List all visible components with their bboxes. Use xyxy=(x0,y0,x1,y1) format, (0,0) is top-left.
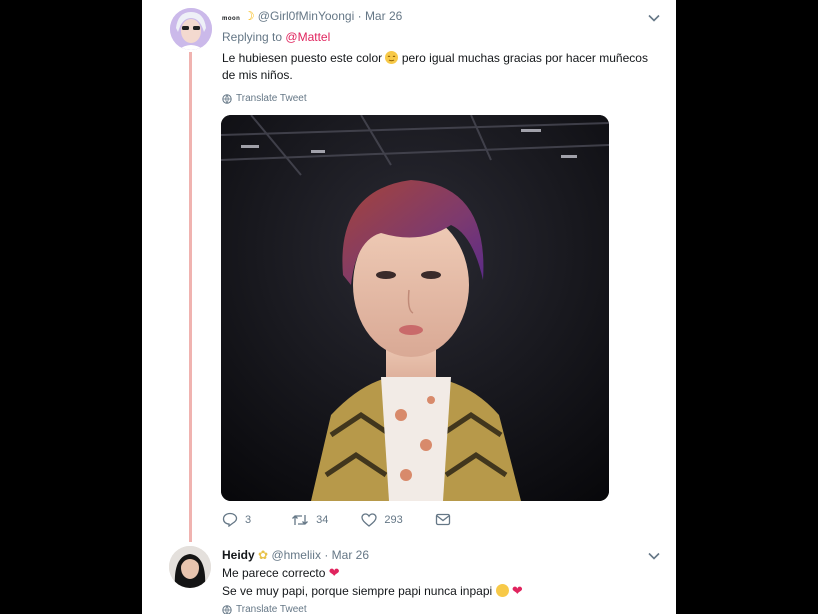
direct-message-button[interactable] xyxy=(435,513,451,526)
tweet-text-line2: Se ve muy papi, porque siempre papi nunc… xyxy=(222,584,493,598)
translate-label: Translate Tweet xyxy=(236,604,307,614)
retweet-button[interactable]: 34 xyxy=(291,513,328,527)
avatar[interactable] xyxy=(169,546,211,588)
tweet-header: Heidy ✿ @hmeliix · Mar 26 xyxy=(222,548,369,562)
retweet-icon xyxy=(292,514,309,525)
moon-emoji-icon: ☽ xyxy=(243,9,255,23)
tweet-text: Le hubiesen puesto este color pero igual… xyxy=(222,50,662,84)
reply-icon xyxy=(222,512,238,527)
like-count: 293 xyxy=(384,513,403,526)
avatar[interactable] xyxy=(170,8,212,50)
heart-icon xyxy=(361,512,378,527)
separator: · xyxy=(357,9,362,23)
user-handle[interactable]: @hmeliix xyxy=(271,548,321,562)
envelope-icon xyxy=(435,513,450,526)
display-name[interactable]: Heidy xyxy=(222,548,255,562)
red-heart-emoji-icon: ❤ xyxy=(328,565,340,580)
user-handle[interactable]: @Girl0fMinYoongi xyxy=(258,9,354,23)
separator: · xyxy=(324,548,329,562)
relieved-face-emoji-icon xyxy=(385,51,399,64)
globe-icon xyxy=(222,93,232,104)
chevron-down-icon[interactable] xyxy=(647,549,661,563)
tweet-media-image[interactable] xyxy=(221,115,609,501)
tweet-text-line1: Me parece correcto xyxy=(222,566,326,580)
like-button[interactable]: 293 xyxy=(361,512,403,527)
kissing-face-emoji-icon xyxy=(495,584,509,597)
replying-prefix: Replying to xyxy=(222,30,283,44)
tweet-thread-panel: moon ☽ @Girl0fMinYoongi · Mar 26 Replyin… xyxy=(142,0,676,614)
replying-to: Replying to @Mattel xyxy=(222,30,330,44)
globe-icon xyxy=(222,604,232,614)
tweet-text-part1: Le hubiesen puesto este color xyxy=(222,51,383,65)
retweet-count: 34 xyxy=(316,513,329,526)
reply-button[interactable]: 3 xyxy=(222,512,251,527)
flower-emoji-icon: ✿ xyxy=(258,548,269,562)
translate-tweet-link[interactable]: Translate Tweet xyxy=(222,93,307,104)
red-heart-emoji-icon: ❤ xyxy=(511,583,523,598)
mention-link[interactable]: @Mattel xyxy=(285,30,330,44)
reply-count: 3 xyxy=(245,513,252,526)
thread-connector-line xyxy=(189,52,192,542)
translate-tweet-link[interactable]: Translate Tweet xyxy=(222,604,307,614)
chevron-down-icon[interactable] xyxy=(647,11,661,25)
tweet-text: Me parece correcto ❤ Se ve muy papi, por… xyxy=(222,564,662,600)
translate-label: Translate Tweet xyxy=(236,93,307,104)
tweet-header: moon ☽ @Girl0fMinYoongi · Mar 26 xyxy=(222,9,402,23)
display-name[interactable]: moon xyxy=(222,16,240,22)
tweet-date[interactable]: Mar 26 xyxy=(332,548,369,562)
tweet-actions: 3 34 293 xyxy=(222,512,451,527)
tweet-date[interactable]: Mar 26 xyxy=(365,9,402,23)
